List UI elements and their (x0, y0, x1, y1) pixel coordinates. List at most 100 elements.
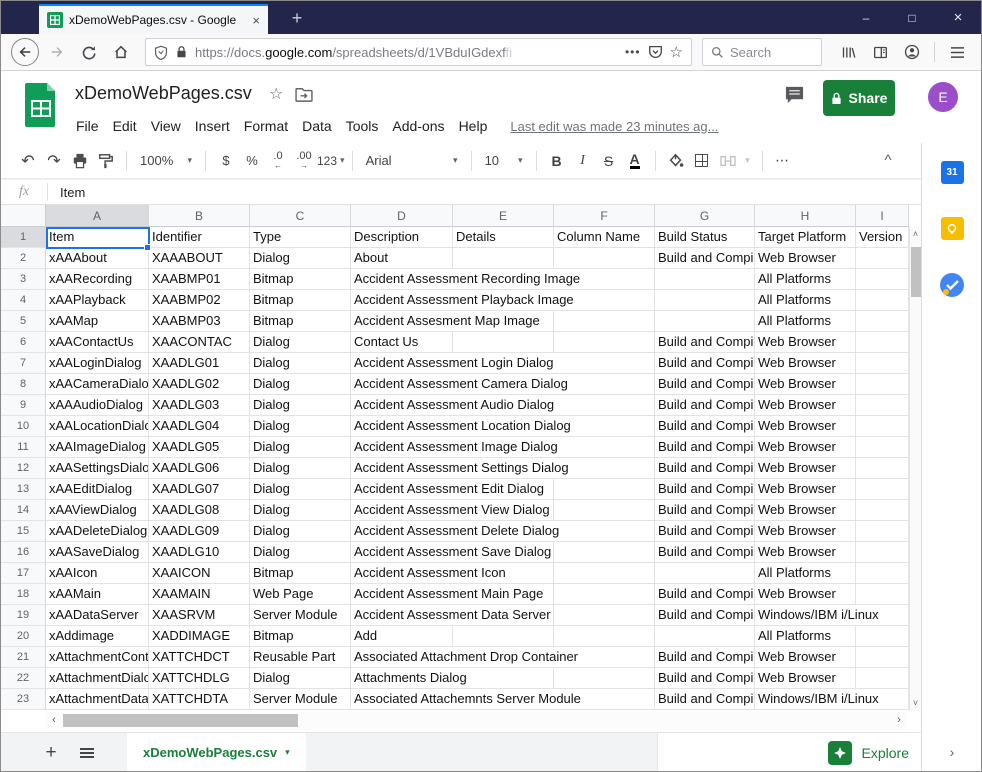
tab-close-icon[interactable]: × (252, 13, 260, 28)
new-tab-button[interactable]: + (284, 5, 310, 31)
cell-G2[interactable]: Build and Compile (655, 248, 755, 269)
menu-view[interactable]: View (144, 114, 188, 138)
cell-A19[interactable]: xAADataServer (46, 605, 149, 626)
cell-C17[interactable]: Bitmap (250, 563, 351, 584)
cell-I2[interactable] (856, 248, 909, 269)
window-maximize-button[interactable]: □ (889, 1, 935, 34)
cell-I22[interactable] (856, 668, 909, 689)
cell-H22[interactable]: Web Browser (755, 668, 856, 689)
cell-H1[interactable]: Target Platform (755, 227, 856, 248)
cell-C3[interactable]: Bitmap (250, 269, 351, 290)
row-header-19[interactable]: 19 (1, 605, 46, 626)
cell-G23[interactable]: Build and Compile (655, 689, 755, 710)
cell-A20[interactable]: xAddimage (46, 626, 149, 647)
format-currency-icon[interactable]: $ (213, 148, 239, 174)
vertical-scroll-thumb[interactable] (911, 247, 921, 297)
keep-icon[interactable] (941, 217, 964, 240)
cell-D23[interactable]: Associated Attachemnts Server Module (351, 689, 453, 710)
cell-H7[interactable]: Web Browser (755, 353, 856, 374)
cell-G19[interactable]: Build and Compile (655, 605, 755, 626)
cell-H19[interactable]: Windows/IBM i/Linux (755, 605, 856, 626)
row-header-10[interactable]: 10 (1, 416, 46, 437)
cell-D6[interactable]: Contact Us (351, 332, 453, 353)
cell-C10[interactable]: Dialog (250, 416, 351, 437)
cell-B16[interactable]: XAADLG10 (149, 542, 250, 563)
cell-D12[interactable]: Accident Assessment Settings Dialog (351, 458, 453, 479)
select-all-corner[interactable] (1, 205, 46, 227)
add-sheet-button[interactable]: + (33, 735, 69, 771)
menu-edit[interactable]: Edit (106, 114, 144, 138)
cell-B3[interactable]: XAABMP01 (149, 269, 250, 290)
page-actions-icon[interactable]: ••• (625, 45, 641, 59)
cell-D11[interactable]: Accident Assessment Image Dialog (351, 437, 453, 458)
cell-A13[interactable]: xAAEditDialog (46, 479, 149, 500)
row-header-23[interactable]: 23 (1, 689, 46, 710)
cell-F6[interactable] (554, 332, 655, 353)
cell-D7[interactable]: Accident Assessment Login Dialog (351, 353, 453, 374)
sheets-logo[interactable] (25, 83, 57, 127)
cell-H4[interactable]: All Platforms (755, 290, 856, 311)
cell-G9[interactable]: Build and Compile (655, 395, 755, 416)
horizontal-scroll-thumb[interactable] (63, 714, 298, 727)
cell-C22[interactable]: Dialog (250, 668, 351, 689)
cell-A16[interactable]: xAASaveDialog (46, 542, 149, 563)
cell-C5[interactable]: Bitmap (250, 311, 351, 332)
row-header-20[interactable]: 20 (1, 626, 46, 647)
cell-G6[interactable]: Build and Compile (655, 332, 755, 353)
library-icon[interactable] (834, 38, 862, 66)
cell-B10[interactable]: XAADLG04 (149, 416, 250, 437)
row-header-2[interactable]: 2 (1, 248, 46, 269)
cell-D3[interactable]: Accident Assessment Recording Image (351, 269, 453, 290)
cell-A17[interactable]: xAAIcon (46, 563, 149, 584)
cell-I5[interactable] (856, 311, 909, 332)
cell-G3[interactable] (655, 269, 755, 290)
cell-C7[interactable]: Dialog (250, 353, 351, 374)
bookmark-star-icon[interactable]: ☆ (670, 43, 683, 61)
cell-C11[interactable]: Dialog (250, 437, 351, 458)
cell-H10[interactable]: Web Browser (755, 416, 856, 437)
cell-H5[interactable]: All Platforms (755, 311, 856, 332)
cell-B6[interactable]: XAACONTAC (149, 332, 250, 353)
cell-A21[interactable]: xAttachmentContainer (46, 647, 149, 668)
account-icon[interactable] (898, 38, 926, 66)
column-header-D[interactable]: D (351, 205, 453, 227)
undo-icon[interactable]: ↶ (15, 148, 41, 174)
row-header-7[interactable]: 7 (1, 353, 46, 374)
cell-D14[interactable]: Accident Assessment View Dialog (351, 500, 453, 521)
cell-I1[interactable]: Version (856, 227, 909, 248)
cell-F18[interactable] (554, 584, 655, 605)
account-avatar[interactable]: E (928, 82, 958, 112)
cell-G10[interactable]: Build and Compile (655, 416, 755, 437)
cell-G12[interactable]: Build and Compile (655, 458, 755, 479)
column-header-A[interactable]: A (46, 205, 149, 227)
scroll-up-icon[interactable]: ˄ (910, 227, 921, 242)
cell-A5[interactable]: xAAMap (46, 311, 149, 332)
row-header-9[interactable]: 9 (1, 395, 46, 416)
cell-B4[interactable]: XAABMP02 (149, 290, 250, 311)
cell-D17[interactable]: Accident Assessment Icon (351, 563, 453, 584)
cell-C21[interactable]: Reusable Part (250, 647, 351, 668)
scroll-down-icon[interactable]: ˅ (910, 696, 921, 711)
column-header-B[interactable]: B (149, 205, 250, 227)
row-header-16[interactable]: 16 (1, 542, 46, 563)
document-title[interactable]: xDemoWebPages.csv (75, 83, 252, 104)
font-size-select[interactable]: 10▾ (479, 148, 529, 174)
cell-B17[interactable]: XAAICON (149, 563, 250, 584)
cell-D2[interactable]: About (351, 248, 453, 269)
menu-help[interactable]: Help (452, 114, 495, 138)
cell-I10[interactable] (856, 416, 909, 437)
cell-I8[interactable] (856, 374, 909, 395)
cell-I4[interactable] (856, 290, 909, 311)
cell-I3[interactable] (856, 269, 909, 290)
column-header-I[interactable]: I (856, 205, 909, 227)
sheet-tab-active[interactable]: xDemoWebPages.csv ▾ (127, 733, 306, 772)
cell-I9[interactable] (856, 395, 909, 416)
cell-C20[interactable]: Bitmap (250, 626, 351, 647)
cell-F19[interactable] (554, 605, 655, 626)
cell-D13[interactable]: Accident Assessment Edit Dialog (351, 479, 453, 500)
cell-H8[interactable]: Web Browser (755, 374, 856, 395)
cell-C16[interactable]: Dialog (250, 542, 351, 563)
cell-H9[interactable]: Web Browser (755, 395, 856, 416)
sheet-tab-caret-icon[interactable]: ▾ (285, 747, 290, 758)
zoom-select[interactable]: 100%▾ (134, 148, 198, 174)
